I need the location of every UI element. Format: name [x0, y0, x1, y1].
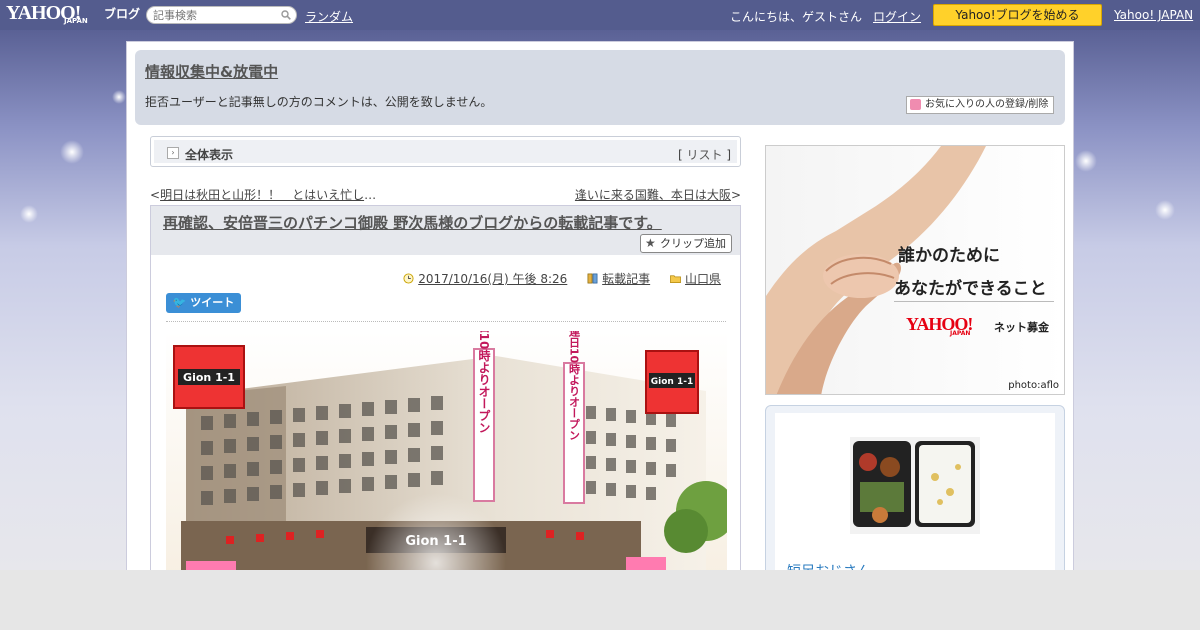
profile-avatar[interactable] — [850, 437, 980, 534]
view-all-label: 全体表示 — [185, 148, 234, 162]
clip-button[interactable]: ★ クリップ追加 — [640, 234, 732, 253]
favorite-register-button[interactable]: お気に入りの人の登録/削除 — [906, 96, 1054, 114]
logo-blog: ブログ — [104, 7, 141, 21]
folder-icon — [670, 275, 681, 283]
article-header: 再確認、安倍晋三のパチンコ御殿 野次馬様のブログからの転載記事です。 ★ クリッ… — [151, 206, 740, 255]
blog-header: 情報収集中&放電中 拒否ユーザーと記事無しの方のコメントは、公開を致しません。 … — [135, 50, 1065, 125]
sparkle-decoration — [1155, 200, 1175, 220]
article-category-link[interactable]: 転載記事 — [602, 272, 650, 286]
start-blog-button[interactable]: Yahoo!ブログを始める — [933, 4, 1102, 26]
ad-divider — [894, 301, 1054, 302]
sparkle-decoration — [112, 90, 126, 104]
star-icon: ★ — [645, 236, 656, 250]
clasped-hands-image — [766, 146, 986, 394]
sparkle-decoration — [1075, 150, 1097, 172]
view-mode-bar: › 全体表示 [ リスト ] — [150, 136, 741, 167]
clip-button-label: クリップ追加 — [660, 237, 726, 250]
article-meta: 2017/10/16(月) 午後 8:26 転載記事 山口県 — [387, 270, 721, 287]
global-header: YAHOO! JAPAN ブログ ランダム こんにちは、ゲストさん ログイン Y… — [0, 0, 1200, 30]
favorite-button-label: お気に入りの人の登録/削除 — [925, 99, 1049, 110]
ad-headline-1: 誰かのために — [898, 246, 1000, 266]
yahoo-blog-logo[interactable]: YAHOO! JAPAN ブログ — [6, 2, 142, 28]
ad-brand-japan: JAPAN — [950, 330, 971, 337]
blog-title[interactable]: 情報収集中&放電中 — [145, 61, 278, 82]
ad-headline-2: あなたができること — [894, 279, 1047, 299]
divider — [166, 321, 726, 322]
sparkle-decoration — [20, 205, 38, 223]
prev-ellipsis: … — [364, 188, 377, 202]
charity-ad-banner[interactable]: 誰かのために あなたができること YAHOO! JAPAN ネット募金 phot… — [765, 145, 1065, 395]
clock-icon — [403, 273, 414, 284]
ad-service-name: ネット募金 — [994, 321, 1049, 334]
page-footer-area — [0, 570, 1200, 630]
sign-text: Gion 1-1 — [651, 377, 693, 387]
yahoo-japan-link[interactable]: Yahoo! JAPAN — [1114, 8, 1193, 22]
book-icon — [587, 273, 598, 284]
tweet-button-label: ツイート — [190, 296, 235, 309]
sparkle-decoration — [60, 140, 84, 164]
article-folder-link[interactable]: 山口県 — [685, 272, 721, 286]
prev-article-link[interactable]: 明日は秋田と山形！！ とはいえ忙し — [160, 188, 364, 202]
random-link[interactable]: ランダム — [305, 8, 353, 25]
search-icon[interactable] — [281, 10, 291, 20]
article-photo[interactable]: 連日10時よりオープン 連日10時よりオープン Gion 1-1 Gion 1-… — [166, 331, 727, 581]
banner-text: 連日10時よりオープン — [568, 331, 581, 440]
login-link[interactable]: ログイン — [873, 8, 921, 25]
next-article-nav: 逢いに来る国難、本日は大阪> — [574, 188, 741, 202]
banner-text: 連日10時よりオープン — [477, 331, 491, 433]
article: 再確認、安倍晋三のパチンコ御殿 野次馬様のブログからの転載記事です。 ★ クリッ… — [150, 205, 741, 585]
search-input[interactable] — [153, 8, 277, 22]
sign-text: Gion 1-1 — [183, 371, 235, 384]
search-box — [146, 6, 297, 24]
list-view-link-wrapper: [ リスト ] — [677, 148, 731, 162]
next-article-link[interactable]: 逢いに来る国難、本日は大阪 — [575, 188, 731, 202]
logo-japan: JAPAN — [64, 17, 88, 25]
list-view-link[interactable]: リスト — [686, 148, 722, 162]
heart-icon — [910, 99, 921, 110]
chevron-right-icon: › — [167, 147, 179, 159]
article-title[interactable]: 再確認、安倍晋三のパチンコ御殿 野次馬様のブログからの転載記事です。 — [163, 212, 662, 233]
article-date[interactable]: 2017/10/16(月) 午後 8:26 — [418, 272, 567, 286]
blog-description: 拒否ユーザーと記事無しの方のコメントは、公開を致しません。 — [145, 95, 493, 109]
tweet-button[interactable]: 🐦 ツイート — [166, 293, 241, 313]
greeting-text: こんにちは、ゲストさん — [730, 10, 863, 24]
twitter-bird-icon: 🐦 — [172, 296, 187, 309]
ad-photo-credit: photo:aflo — [1008, 380, 1059, 391]
prev-article-nav: <明日は秋田と山形！！ とはいえ忙し… — [150, 188, 377, 202]
